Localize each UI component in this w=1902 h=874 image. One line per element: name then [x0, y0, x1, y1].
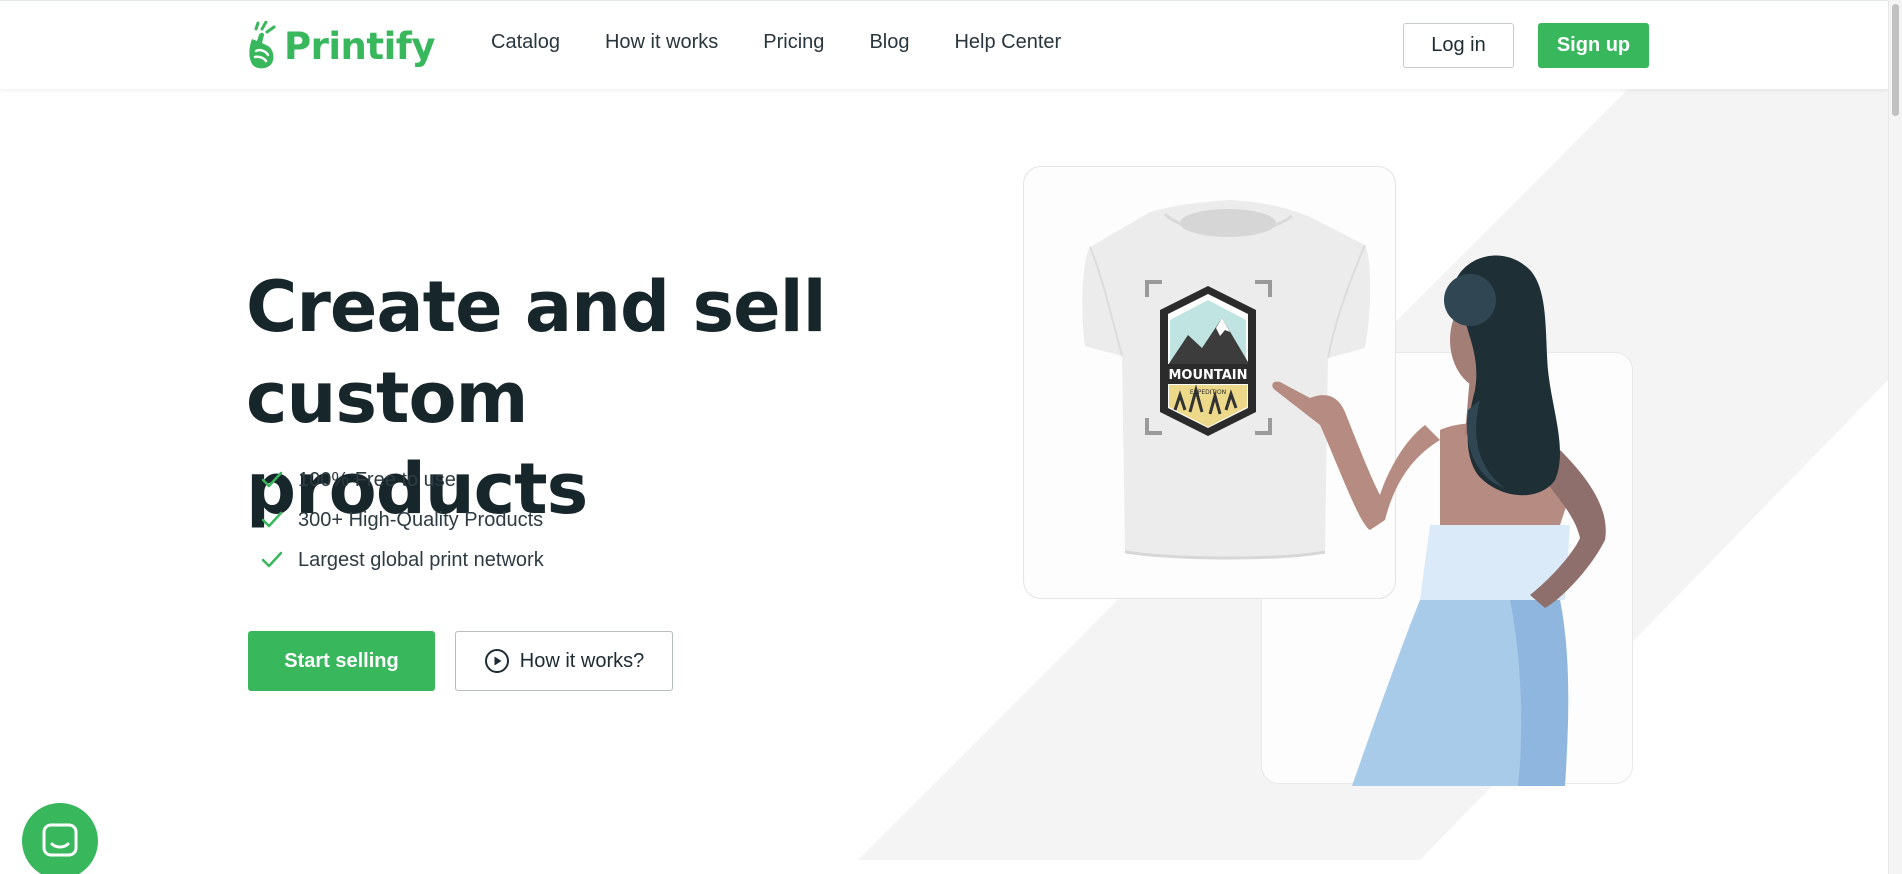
- hero-title-line-1: Create and sell: [246, 266, 827, 348]
- check-icon: [261, 551, 283, 568]
- printify-logo[interactable]: Printify: [246, 21, 435, 71]
- feature-item: 100% Free to use: [260, 460, 544, 500]
- nav-pricing[interactable]: Pricing: [763, 31, 824, 54]
- play-circle-icon: [484, 649, 509, 673]
- illustration-tshirt-card: [1023, 166, 1396, 599]
- nav-help-center[interactable]: Help Center: [954, 31, 1061, 54]
- main-nav: Catalog How it works Pricing Blog Help C…: [491, 31, 1061, 54]
- logo-text: Printify: [284, 24, 435, 68]
- nav-blog[interactable]: Blog: [869, 31, 909, 54]
- scrollbar-thumb[interactable]: [1892, 4, 1899, 116]
- nav-how-it-works[interactable]: How it works: [605, 31, 718, 54]
- login-button[interactable]: Log in: [1403, 23, 1514, 68]
- top-navigation-bar: Printify Catalog How it works Pricing Bl…: [0, 0, 1888, 89]
- page: Printify Catalog How it works Pricing Bl…: [0, 0, 1902, 874]
- feature-list: 100% Free to use 300+ High-Quality Produ…: [260, 460, 544, 580]
- signup-button[interactable]: Sign up: [1538, 23, 1649, 68]
- start-selling-button[interactable]: Start selling: [248, 631, 435, 691]
- feature-label: 300+ High-Quality Products: [298, 508, 544, 531]
- check-icon: [261, 511, 283, 528]
- feature-label: Largest global print network: [298, 548, 544, 571]
- feature-label: 100% Free to use: [298, 468, 456, 491]
- chat-widget-button[interactable]: [22, 803, 98, 874]
- page-scrollbar[interactable]: [1888, 0, 1902, 874]
- feature-item: Largest global print network: [260, 540, 544, 580]
- how-it-works-button[interactable]: How it works?: [455, 631, 673, 691]
- printify-hand-icon: [249, 21, 276, 69]
- check-icon: [261, 471, 283, 488]
- feature-item: 300+ High-Quality Products: [260, 500, 544, 540]
- chat-icon: [42, 823, 78, 857]
- how-it-works-label: How it works?: [519, 649, 645, 672]
- nav-catalog[interactable]: Catalog: [491, 31, 560, 54]
